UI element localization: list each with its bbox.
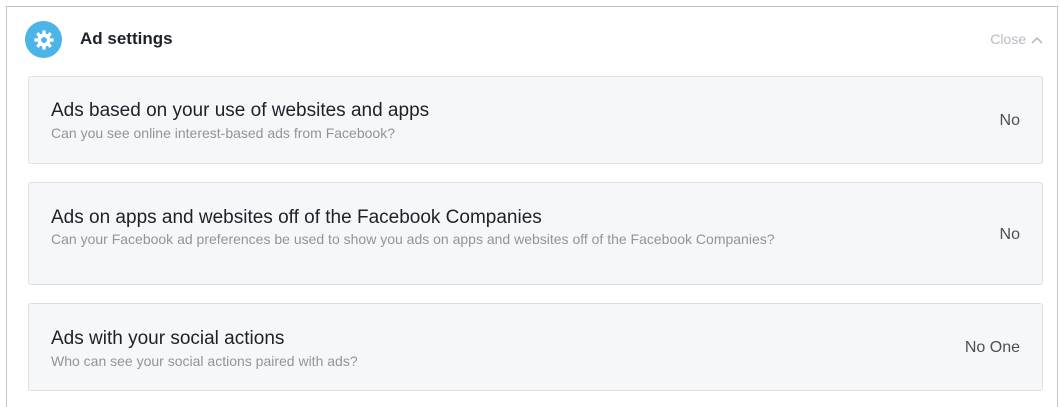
- setting-value: No: [999, 112, 1020, 129]
- setting-title: Ads on apps and websites off of the Face…: [51, 207, 542, 228]
- close-label: Close: [990, 31, 1026, 47]
- setting-description: Who can see your social actions paired w…: [51, 353, 358, 369]
- setting-title: Ads with your social actions: [51, 328, 285, 349]
- setting-row-social-actions[interactable]: Ads with your social actions Who can see…: [28, 303, 1043, 391]
- setting-row-off-facebook-ads[interactable]: Ads on apps and websites off of the Face…: [28, 182, 1043, 285]
- panel-title: Ad settings: [80, 29, 173, 48]
- panel-header: Ad settings Close: [7, 7, 1057, 73]
- close-button[interactable]: Close: [990, 31, 1043, 47]
- chevron-up-icon: [1031, 31, 1043, 47]
- gear-icon: [25, 21, 62, 58]
- setting-value: No One: [964, 339, 1020, 356]
- setting-value: No: [999, 226, 1020, 243]
- setting-description: Can your Facebook ad preferences be used…: [51, 231, 775, 247]
- setting-title: Ads based on your use of websites and ap…: [51, 100, 430, 121]
- setting-row-website-app-ads[interactable]: Ads based on your use of websites and ap…: [28, 76, 1043, 164]
- setting-description: Can you see online interest-based ads fr…: [51, 125, 395, 141]
- ad-settings-panel: Ad settings Close Ads based on your use …: [6, 6, 1058, 407]
